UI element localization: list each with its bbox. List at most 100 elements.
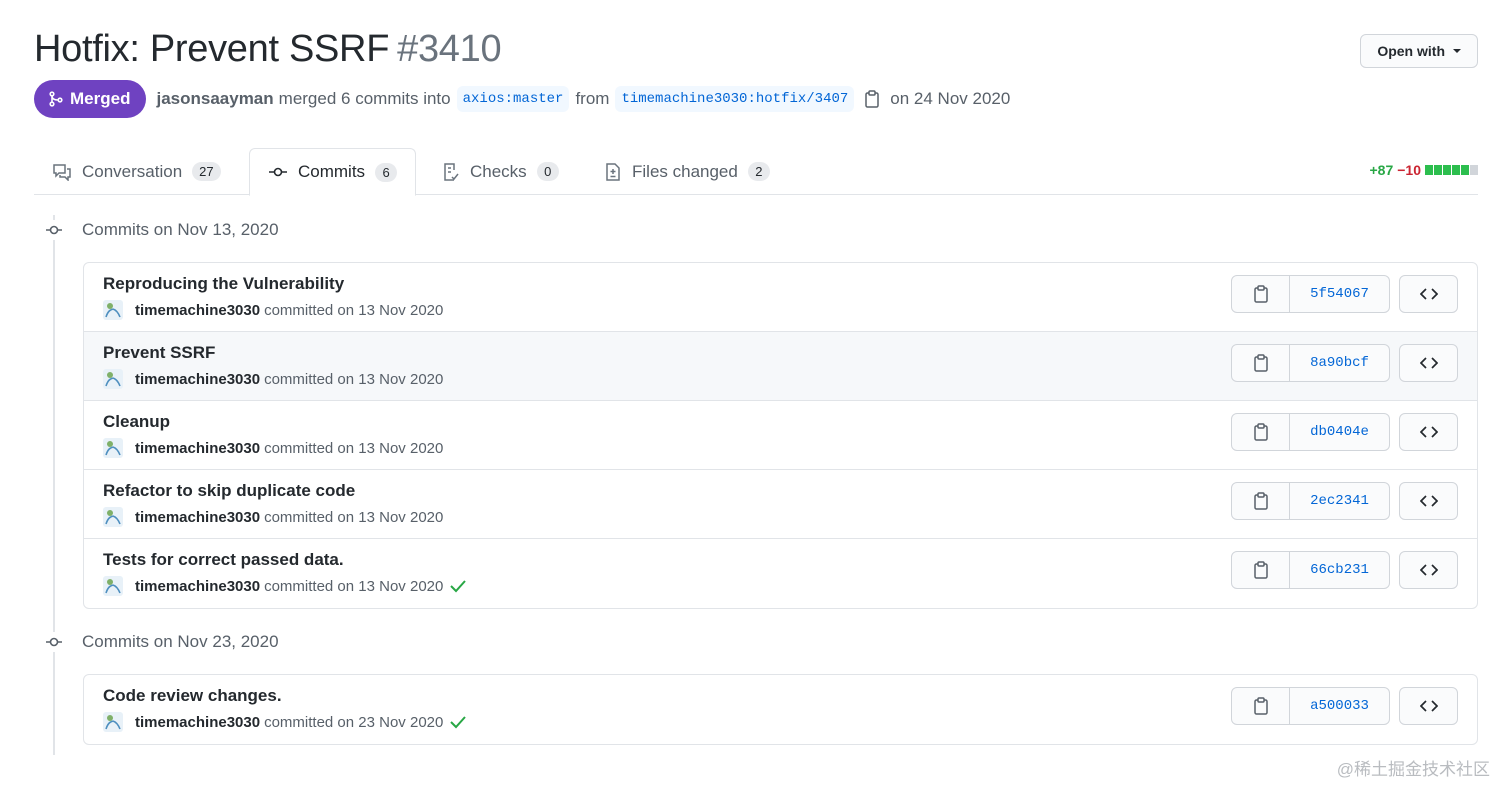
- diffstat-bar: [1425, 165, 1478, 175]
- diffstat-block-added: [1461, 165, 1469, 175]
- copy-sha-button[interactable]: [1231, 344, 1290, 382]
- commit-row: Cleanup timemachine3030 committed on 13 …: [84, 401, 1477, 470]
- commit-date: committed on 23 Nov 2020: [264, 713, 444, 731]
- avatar[interactable]: [103, 438, 123, 458]
- tab-counter: 0: [536, 162, 559, 181]
- git-merge-icon: [49, 91, 63, 107]
- from-text: from: [575, 89, 610, 108]
- clipboard-icon: [1253, 697, 1268, 715]
- commit-actions: 5f54067: [1231, 275, 1458, 313]
- code-icon: [1419, 564, 1438, 576]
- avatar[interactable]: [103, 369, 123, 389]
- commit-group-heading: Commits on Nov 13, 2020: [44, 220, 279, 240]
- base-branch[interactable]: axios:master: [456, 86, 570, 112]
- tab-counter: 2: [747, 162, 770, 181]
- browse-repo-button[interactable]: [1399, 275, 1458, 313]
- code-icon: [1419, 288, 1438, 300]
- check-icon[interactable]: [449, 579, 467, 593]
- tab-label: Checks: [470, 161, 527, 181]
- clipboard-icon: [1253, 354, 1268, 372]
- commit-actions: 8a90bcf: [1231, 344, 1458, 382]
- commit-sha-link[interactable]: a500033: [1290, 687, 1390, 725]
- browse-repo-button[interactable]: [1399, 413, 1458, 451]
- checklist-icon: [444, 162, 459, 181]
- browse-repo-button[interactable]: [1399, 344, 1458, 382]
- open-with-label: Open with: [1377, 43, 1445, 59]
- commit-actions: db0404e: [1231, 413, 1458, 451]
- tab-checks[interactable]: Checks 0: [424, 148, 577, 195]
- open-with-button[interactable]: Open with: [1360, 34, 1478, 68]
- copy-sha-button[interactable]: [1231, 275, 1290, 313]
- pr-title: Hotfix: Prevent SSRF: [34, 27, 390, 70]
- avatar[interactable]: [103, 712, 123, 732]
- pr-tabs: Conversation 27 Commits 6 Checks 0 Files…: [34, 148, 1478, 196]
- commit-row: Code review changes. timemachine3030 com…: [84, 675, 1477, 744]
- commit-date: committed on 13 Nov 2020: [264, 577, 444, 595]
- commit-author[interactable]: timemachine3030: [135, 714, 260, 731]
- copy-branch-icon[interactable]: [864, 90, 880, 108]
- commit-date: committed on 13 Nov 2020: [264, 301, 444, 319]
- commit-sha-link[interactable]: db0404e: [1290, 413, 1390, 451]
- diffstat-block-neutral: [1470, 165, 1478, 175]
- commit-author[interactable]: timemachine3030: [135, 509, 260, 526]
- commit-list: Reproducing the Vulnerability timemachin…: [83, 262, 1478, 609]
- commit-row: Reproducing the Vulnerability timemachin…: [84, 263, 1477, 332]
- commit-author[interactable]: timemachine3030: [135, 371, 260, 388]
- title-row: Hotfix: Prevent SSRF #3410 Open with: [34, 26, 1478, 72]
- commit-row: Refactor to skip duplicate code timemach…: [84, 470, 1477, 539]
- tab-label: Commits: [298, 162, 366, 181]
- commit-sha-link[interactable]: 2ec2341: [1290, 482, 1390, 520]
- clipboard-icon: [1253, 285, 1268, 303]
- timeline-line: [53, 215, 55, 755]
- tab-counter: 6: [375, 162, 398, 182]
- clipboard-icon: [1253, 561, 1268, 579]
- commit-author[interactable]: timemachine3030: [135, 440, 260, 457]
- copy-sha-button[interactable]: [1231, 482, 1290, 520]
- clipboard-icon: [1253, 492, 1268, 510]
- avatar[interactable]: [103, 576, 123, 596]
- browse-repo-button[interactable]: [1399, 687, 1458, 725]
- status-label: Merged: [70, 89, 131, 108]
- commit-sha-link[interactable]: 5f54067: [1290, 275, 1390, 313]
- comment-discussion-icon: [53, 163, 71, 181]
- git-commit-icon: [44, 220, 64, 240]
- tab-commits[interactable]: Commits 6: [249, 148, 417, 196]
- diffstat-additions: +87: [1369, 162, 1394, 178]
- browse-repo-button[interactable]: [1399, 551, 1458, 589]
- code-icon: [1419, 357, 1438, 369]
- head-branch[interactable]: timemachine3030:hotfix/3407: [615, 86, 855, 112]
- commit-sha-link[interactable]: 66cb231: [1290, 551, 1390, 589]
- commit-sha-link[interactable]: 8a90bcf: [1290, 344, 1390, 382]
- pr-header: Hotfix: Prevent SSRF #3410 Open with Merg…: [34, 26, 1478, 118]
- pr-meta: Merged jasonsaayman merged 6 commits int…: [34, 80, 1478, 118]
- browse-repo-button[interactable]: [1399, 482, 1458, 520]
- commit-group-date: Commits on Nov 23, 2020: [82, 632, 279, 651]
- diffstat: +87 −10: [1369, 162, 1478, 178]
- check-icon[interactable]: [449, 715, 467, 729]
- copy-sha-button[interactable]: [1231, 413, 1290, 451]
- code-icon: [1419, 426, 1438, 438]
- copy-sha-button[interactable]: [1231, 687, 1290, 725]
- tab-label: Conversation: [82, 161, 183, 181]
- commit-author[interactable]: timemachine3030: [135, 302, 260, 319]
- tab-label: Files changed: [632, 161, 738, 181]
- commit-date: committed on 13 Nov 2020: [264, 370, 444, 388]
- avatar[interactable]: [103, 507, 123, 527]
- commit-date: committed on 13 Nov 2020: [264, 439, 444, 457]
- avatar[interactable]: [103, 300, 123, 320]
- watermark: @稀土掘金技术社区: [1336, 760, 1490, 779]
- code-icon: [1419, 700, 1438, 712]
- commit-author[interactable]: timemachine3030: [135, 578, 260, 595]
- tab-conversation[interactable]: Conversation 27: [34, 148, 239, 195]
- tab-files-changed[interactable]: Files changed 2: [586, 148, 788, 195]
- diffstat-block-added: [1434, 165, 1442, 175]
- author-link[interactable]: jasonsaayman: [156, 89, 273, 109]
- commit-row: Tests for correct passed data. timemachi…: [84, 539, 1477, 608]
- diffstat-block-added: [1452, 165, 1460, 175]
- commit-list: Code review changes. timemachine3030 com…: [83, 674, 1478, 745]
- commit-date: committed on 13 Nov 2020: [264, 508, 444, 526]
- copy-sha-button[interactable]: [1231, 551, 1290, 589]
- commit-group-date: Commits on Nov 13, 2020: [82, 220, 279, 239]
- git-commit-icon: [44, 632, 64, 652]
- commit-group-heading: Commits on Nov 23, 2020: [44, 632, 279, 652]
